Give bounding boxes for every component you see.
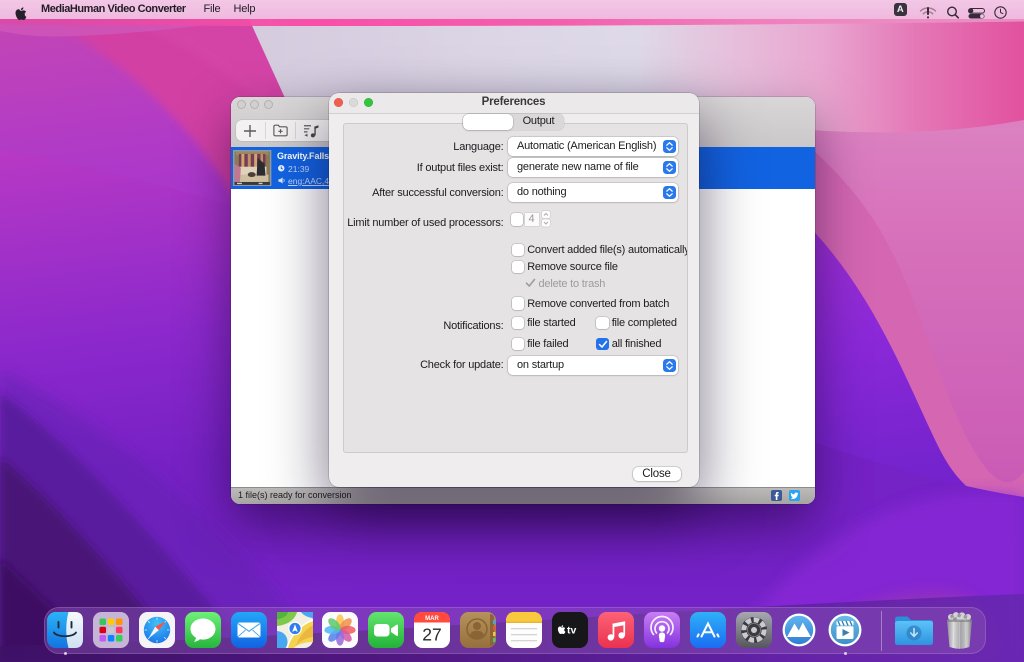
svg-text:MAR: MAR (425, 616, 439, 622)
svg-text:27: 27 (422, 624, 441, 644)
svg-text:tv: tv (567, 624, 576, 636)
